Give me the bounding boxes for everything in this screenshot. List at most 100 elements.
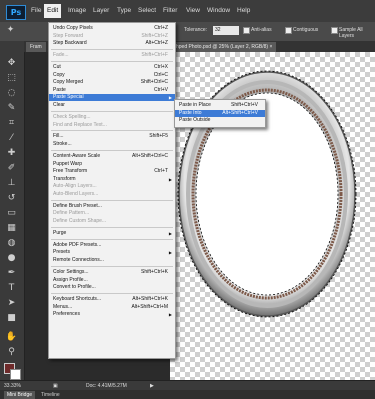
tab-mini-bridge[interactable]: Mini Bridge [4, 391, 36, 399]
lasso-tool-icon[interactable]: ◌ [5, 87, 18, 100]
menu-item-label: Fill... [53, 133, 64, 140]
menu-item-fade: Fade... Shift+Ctrl+F [49, 52, 175, 59]
healing-brush-icon[interactable]: ✚ [5, 147, 18, 160]
menu-filter[interactable]: Filter [163, 7, 177, 14]
dodge-tool-icon[interactable]: ● [5, 252, 18, 265]
quick-select-icon[interactable]: ✎ [5, 102, 18, 115]
doc-size: Doc: 4.41M/5.27M [86, 383, 127, 389]
menu-item-label: Stroke... [53, 141, 72, 147]
menu-edit[interactable]: Edit [44, 4, 62, 18]
shape-tool-icon[interactable]: ■ [5, 312, 18, 325]
eraser-tool-icon[interactable]: ▭ [5, 207, 18, 220]
zoom-tool-icon[interactable]: ⚲ [5, 346, 18, 359]
clone-stamp-icon[interactable]: ⊥ [5, 177, 18, 190]
menu-item-define-brush-preset[interactable]: Define Brush Preset... [49, 203, 175, 210]
menu-type[interactable]: Type [117, 7, 131, 14]
type-tool-icon[interactable]: T [5, 282, 18, 295]
menu-item-label: Puppet Warp [53, 160, 82, 167]
menu-help[interactable]: Help [237, 7, 250, 14]
eyedropper-icon[interactable]: ⁄ [5, 132, 18, 145]
menu-separator [51, 265, 173, 267]
tab-timeline[interactable]: Timeline [38, 391, 63, 399]
menu-item-remote-connections[interactable]: Remote Connections... [49, 257, 175, 264]
menu-item-menus[interactable]: Menus... Alt+Shift+Ctrl+M [49, 304, 175, 311]
pen-tool-icon[interactable]: ✒ [5, 267, 18, 280]
submenu-arrow-icon: ▶ [168, 95, 172, 101]
hand-tool-icon[interactable]: ✋ [5, 331, 18, 344]
menu-item-step-backward[interactable]: Step Backward Alt+Ctrl+Z [49, 40, 175, 47]
submenu-arrow-icon: ▶ [168, 250, 172, 256]
menu-item-content-aware-scale[interactable]: Content-Aware Scale Alt+Shift+Ctrl+C [49, 153, 175, 160]
menu-item-shortcut: Shift+F5 [149, 133, 168, 140]
doc-size-icon: ▣ [53, 383, 58, 389]
menu-item-check-spelling: Check Spelling... [49, 114, 175, 121]
menu-item-transform[interactable]: Transform ▶ [49, 176, 175, 183]
tab-frame[interactable]: Fram [26, 42, 46, 52]
history-brush-icon[interactable]: ↺ [5, 192, 18, 205]
menu-image[interactable]: Image [68, 7, 86, 14]
menu-item-presets[interactable]: Presets ▶ [49, 249, 175, 256]
path-select-icon[interactable]: ➤ [5, 297, 18, 310]
menu-item-adobe-pdf-presets[interactable]: Adobe PDF Presets... [49, 242, 175, 249]
blur-tool-icon[interactable]: ◍ [5, 237, 18, 250]
sample-all-checkbox[interactable] [331, 27, 338, 34]
menu-item-assign-profile[interactable]: Assign Profile... [49, 277, 175, 284]
menu-item-copy-merged[interactable]: Copy Merged Shift+Ctrl+C [49, 79, 175, 86]
menu-item-purge[interactable]: Purge ▶ [49, 230, 175, 237]
move-tool-icon[interactable]: ✥ [5, 57, 18, 70]
menu-separator [51, 60, 173, 62]
menu-item-undo-copy-pixels[interactable]: Undo Copy Pixels Ctrl+Z [49, 25, 175, 32]
status-arrow-icon[interactable]: ▶ [150, 383, 154, 389]
menu-item-label: Paste Special [53, 94, 84, 101]
menu-separator [51, 110, 173, 112]
magic-wand-icon[interactable]: ✦ [4, 24, 17, 37]
menu-item-shortcut: Ctrl+X [153, 64, 168, 70]
crop-tool-icon[interactable]: ⌗ [5, 117, 18, 130]
menu-item-keyboard-shortcuts[interactable]: Keyboard Shortcuts... Alt+Shift+Ctrl+K [49, 296, 175, 303]
menu-item-label: Adobe PDF Presets... [53, 241, 102, 248]
menu-item-free-transform[interactable]: Free Transform Ctrl+T [49, 168, 175, 175]
background-color-swatch[interactable] [10, 369, 21, 380]
antialias-checkbox[interactable] [243, 27, 250, 34]
tab-document[interactable]: hped Photo.psd @ 25% (Layer 2, RGB/8) × [172, 42, 277, 52]
menu-item-label: Assign Profile... [53, 276, 88, 283]
menu-item-convert-to-profile[interactable]: Convert to Profile... [49, 284, 175, 291]
menu-item-shortcut: Ctrl+Z [154, 25, 168, 31]
menu-item-paste-outside[interactable]: Paste Outside [175, 117, 265, 124]
menu-item-shortcut: Alt+Shift+Ctrl+K [132, 296, 168, 302]
menu-item-label: Color Settings... [53, 268, 89, 275]
menu-item-paste-in-place[interactable]: Paste in Place Shift+Ctrl+V [175, 102, 265, 109]
menu-item-clear[interactable]: Clear [49, 102, 175, 109]
menu-item-label: Free Transform [53, 168, 88, 175]
gradient-tool-icon[interactable]: ▦ [5, 222, 18, 235]
brush-tool-icon[interactable]: ✐ [5, 162, 18, 175]
zoom-level[interactable]: 33.33% [4, 383, 21, 389]
menu-item-paste[interactable]: Paste Ctrl+V [49, 87, 175, 94]
menu-item-shortcut: Alt+Shift+Ctrl+V [222, 109, 258, 116]
menu-file[interactable]: File [31, 7, 41, 14]
menu-item-fill[interactable]: Fill... Shift+F5 [49, 133, 175, 140]
menu-item-label: Clear [53, 102, 65, 108]
menu-item-color-settings[interactable]: Color Settings... Shift+Ctrl+K [49, 269, 175, 276]
menu-item-shortcut: Shift+Ctrl+K [141, 268, 168, 275]
menu-item-stroke[interactable]: Stroke... [49, 141, 175, 148]
marquee-tool-icon[interactable]: ⬚ [5, 72, 18, 85]
menu-layer[interactable]: Layer [93, 7, 109, 14]
menu-item-cut[interactable]: Cut Ctrl+X [49, 64, 175, 71]
menu-item-puppet-warp[interactable]: Puppet Warp [49, 161, 175, 168]
menu-item-preferences[interactable]: Preferences ▶ [49, 311, 175, 318]
menu-item-label: Cut [53, 64, 61, 70]
contiguous-label: Contiguous [293, 27, 319, 33]
menu-window[interactable]: Window [207, 7, 230, 14]
menu-select[interactable]: Select [138, 7, 156, 14]
menu-view[interactable]: View [186, 7, 200, 14]
menu-item-paste-into[interactable]: Paste Into Alt+Shift+Ctrl+V [175, 109, 265, 117]
contiguous-checkbox[interactable] [285, 27, 292, 34]
menu-item-paste-special[interactable]: Paste Special ▶ [49, 94, 175, 102]
paste-special-submenu: Paste in Place Shift+Ctrl+V Paste Into Alt+… [174, 99, 266, 128]
menu-item-label: Presets [53, 249, 70, 256]
menu-separator [51, 130, 173, 132]
tolerance-input[interactable]: 32 [213, 26, 239, 35]
menu-item-copy[interactable]: Copy Ctrl+C [49, 72, 175, 79]
menu-item-shortcut: Ctrl+V [153, 86, 168, 93]
